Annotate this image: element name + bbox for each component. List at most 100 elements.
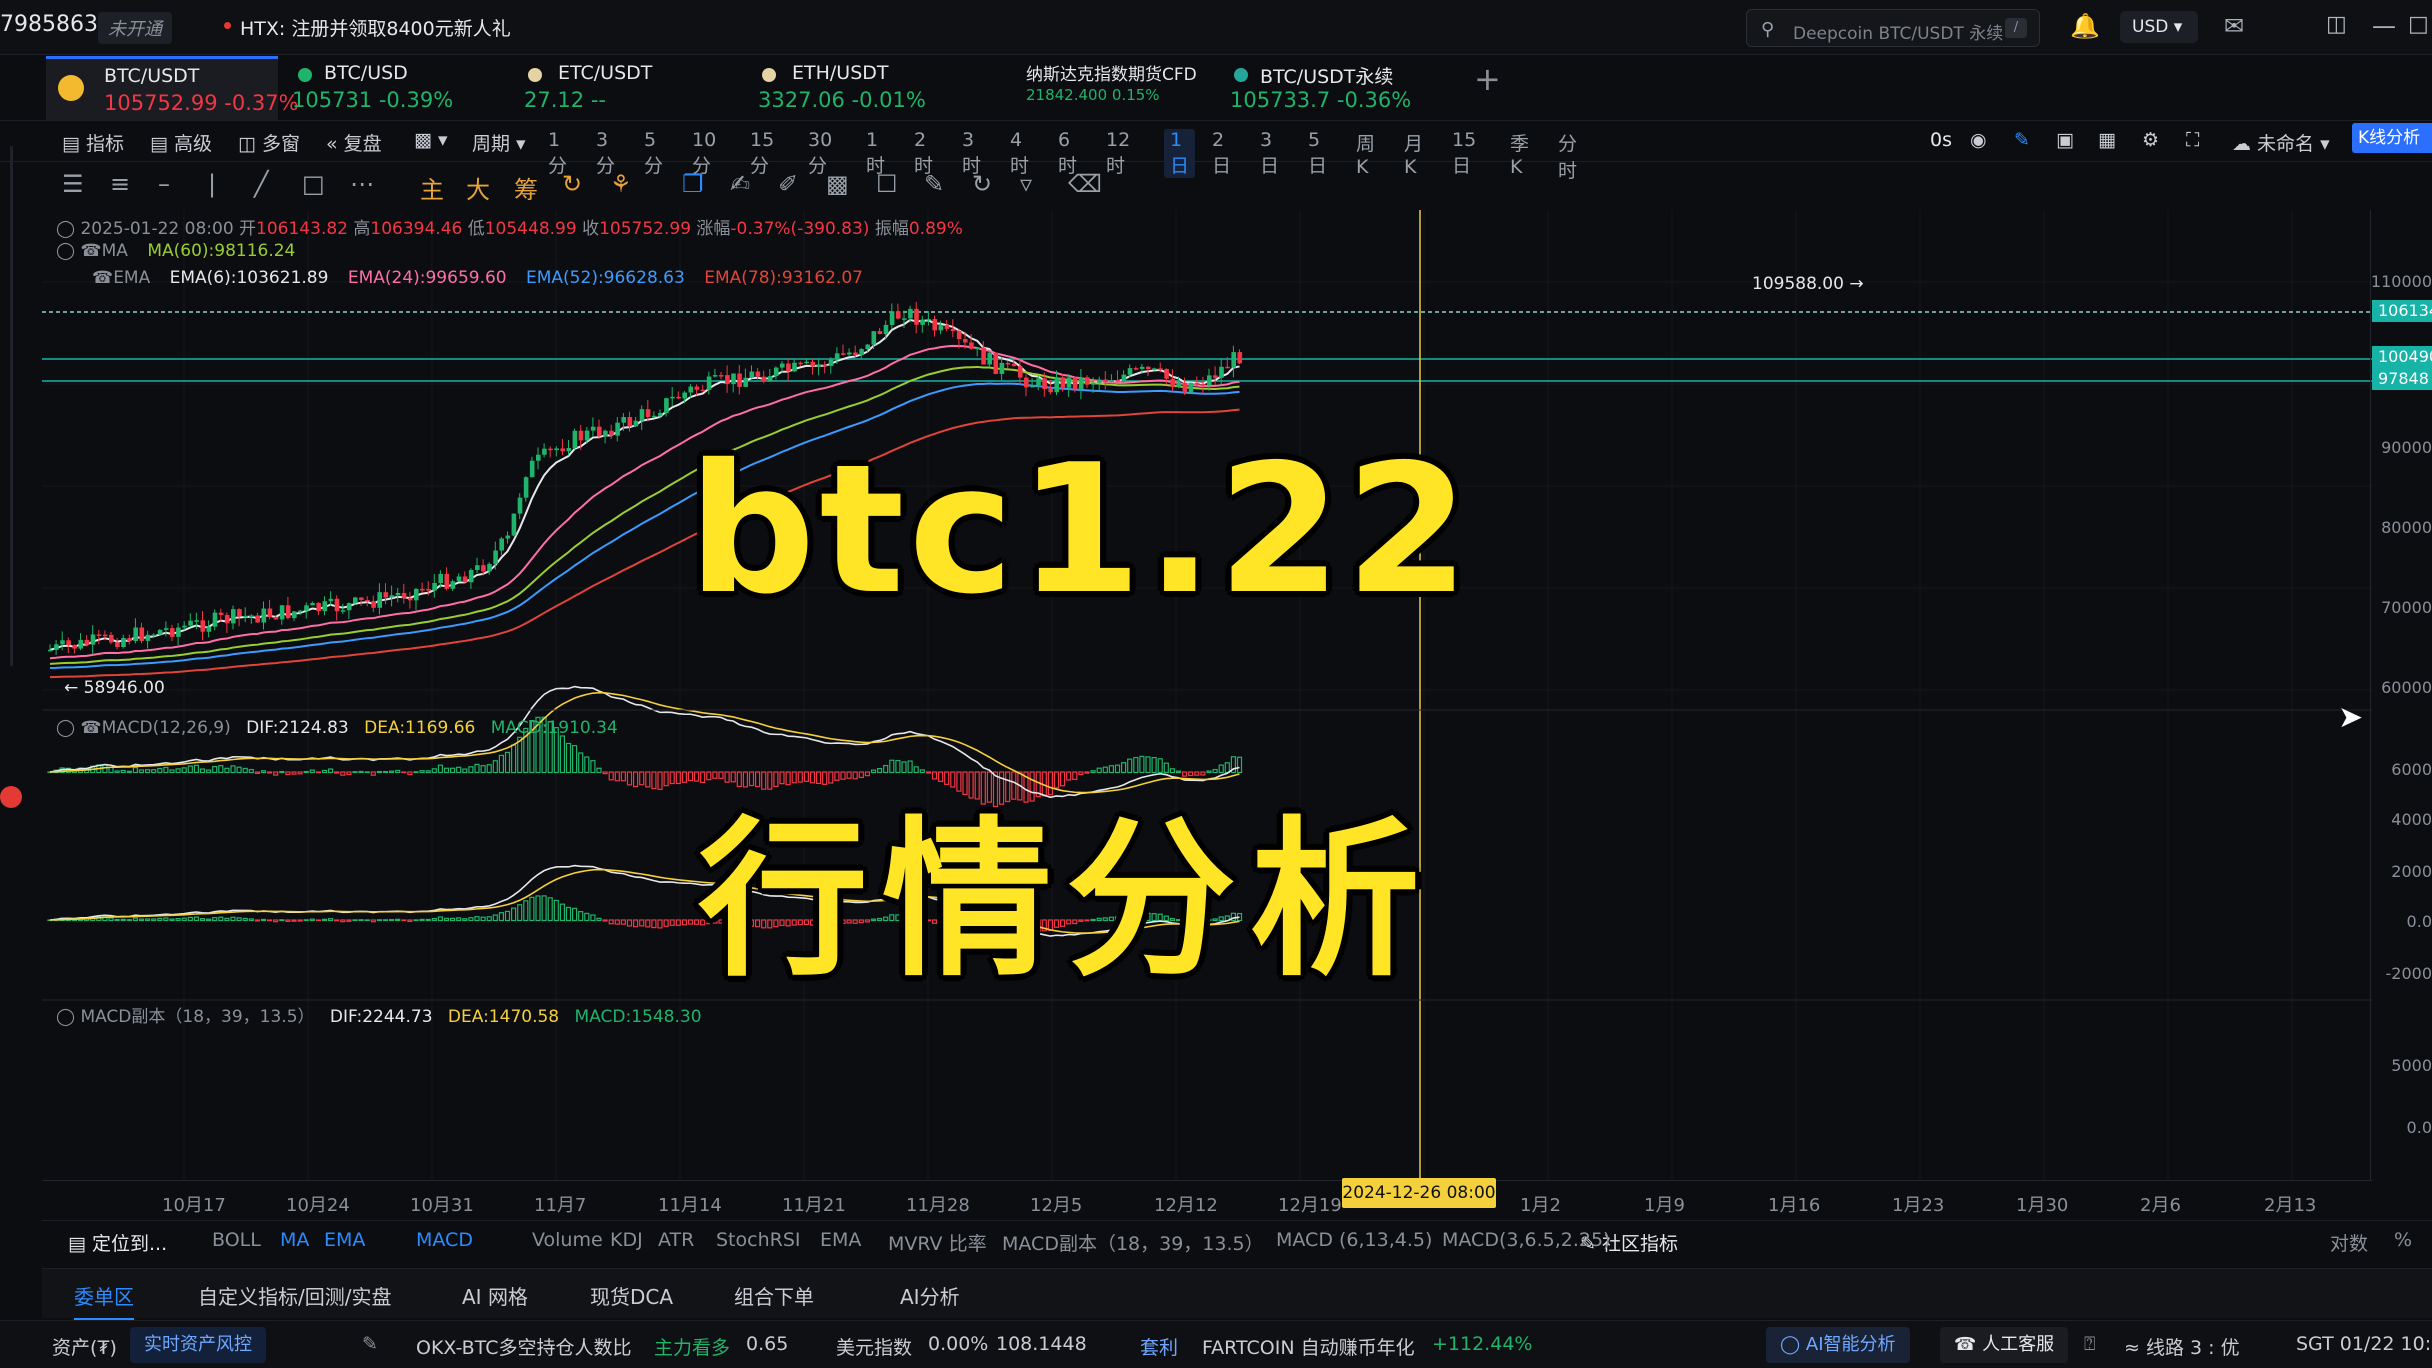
layout-icon[interactable]: ◫: [2326, 12, 2347, 37]
help-icon[interactable]: ⍰: [2084, 1333, 2095, 1355]
indicator-2[interactable]: EMA: [324, 1229, 365, 1251]
support-button[interactable]: ☎ 人工客服: [1940, 1327, 2069, 1363]
bell-icon[interactable]: 🔔: [2070, 12, 2100, 40]
ticker-long-short[interactable]: OKX-BTC多空持仓人数比: [416, 1333, 631, 1360]
tab-nasdaq-cfd[interactable]: 纳斯达克指数期货CFD 21842.400 0.15%: [988, 56, 1218, 120]
vertical-line-icon[interactable]: |: [208, 170, 216, 198]
line-status[interactable]: ≈ 线路 3 : 优: [2124, 1333, 2240, 1360]
edit-icon[interactable]: ✎: [362, 1333, 378, 1355]
replay-button[interactable]: « 复盘: [326, 129, 382, 156]
period-button[interactable]: 周期 ▾: [472, 129, 526, 156]
log-scale-toggle[interactable]: 对数: [2330, 1229, 2368, 1256]
minimize-icon[interactable]: —: [2372, 12, 2396, 40]
measure-icon[interactable]: ⚘: [610, 170, 632, 198]
layout-name[interactable]: ☁ 未命名 ▾: [2232, 129, 2330, 156]
panel-tab-5[interactable]: AI分析: [900, 1281, 960, 1310]
collapse-icon[interactable]: ◯: [56, 718, 75, 738]
camera-icon[interactable]: ◉: [1970, 129, 1987, 151]
timeframe-20[interactable]: 分时: [1558, 129, 1577, 183]
indicator-4[interactable]: Volume: [532, 1229, 603, 1251]
indicator-3[interactable]: MACD: [416, 1229, 473, 1251]
kline-analysis-button[interactable]: K线分析: [2352, 123, 2432, 153]
big-order-button[interactable]: 大: [466, 170, 490, 205]
timeframe-19[interactable]: 季K: [1510, 129, 1529, 178]
timeframe-17[interactable]: 月K: [1404, 129, 1423, 178]
menu-lines-icon[interactable]: ☰: [62, 170, 84, 198]
notification-badge[interactable]: [0, 786, 22, 808]
horizontal-line-icon[interactable]: –: [158, 170, 170, 198]
bell-icon[interactable]: ☎: [92, 268, 113, 288]
indicator-10[interactable]: MACD副本（18，39，13.5）: [1002, 1229, 1264, 1256]
search-input[interactable]: Deepcoin BTC/USDT 永续: [1793, 19, 2003, 44]
magnet-icon[interactable]: ↻: [972, 170, 992, 198]
bar-pattern-icon[interactable]: ▩: [826, 170, 849, 198]
panel-tab-3[interactable]: 现货DCA: [590, 1281, 673, 1310]
ticker-dxy[interactable]: 美元指数: [836, 1333, 912, 1360]
tab-eth-usdt[interactable]: ETH/USDT 3327.06 -0.01%: [754, 56, 984, 120]
chip-button[interactable]: 筹: [514, 170, 538, 205]
collapse-icon[interactable]: ◯: [56, 1007, 75, 1027]
panel-tab-2[interactable]: AI 网格: [462, 1281, 528, 1310]
percent-scale-toggle[interactable]: %: [2394, 1229, 2412, 1251]
trend-line-icon[interactable]: ╱: [254, 170, 268, 198]
template-icon[interactable]: ▦: [2098, 129, 2116, 151]
bell-icon[interactable]: ☎: [80, 718, 101, 738]
settings-icon[interactable]: ⚙: [2142, 129, 2159, 151]
tab-btc-usdt[interactable]: BTC/USDT 105752.99 -0.37%: [46, 56, 299, 120]
timeframe-13[interactable]: 2日: [1212, 129, 1231, 178]
indicator-8[interactable]: EMA: [820, 1229, 861, 1251]
timeframe-16[interactable]: 周K: [1356, 129, 1375, 178]
ai-analysis-button[interactable]: ◯ AI智能分析: [1766, 1327, 1910, 1363]
risk-control-button[interactable]: 实时资产风控: [130, 1327, 266, 1363]
brush-icon[interactable]: ✐: [778, 170, 798, 198]
multi-window-button[interactable]: ◫ 多窗: [238, 129, 300, 156]
pen-icon[interactable]: ✎: [2014, 129, 2030, 151]
timeframe-18[interactable]: 15日: [1452, 129, 1476, 178]
add-tab-icon[interactable]: +: [1474, 60, 1501, 98]
tab-etc-usdt[interactable]: ETC/USDT 27.12 --: [520, 56, 750, 120]
indicator-11[interactable]: MACD (6,13,4.5): [1276, 1229, 1432, 1251]
refresh-icon[interactable]: ↻: [562, 170, 582, 198]
filter-icon[interactable]: ▿: [1020, 170, 1032, 198]
trash-icon[interactable]: ⌫: [1068, 170, 1102, 198]
indicator-0[interactable]: BOLL: [212, 1229, 261, 1251]
promo-link[interactable]: HTX: 注册并领取8400元新人礼: [240, 14, 511, 41]
indicator-6[interactable]: ATR: [658, 1229, 694, 1251]
candlestick-chart[interactable]: [42, 210, 2372, 1180]
ticker-fartcoin[interactable]: FARTCOIN 自动赚币年化: [1202, 1333, 1415, 1360]
timeframe-14[interactable]: 3日: [1260, 129, 1279, 178]
crop-icon[interactable]: ▣: [2056, 129, 2074, 151]
lock-icon[interactable]: ☐: [876, 170, 898, 198]
collapse-icon[interactable]: ◯: [56, 241, 75, 261]
mail-icon[interactable]: ✉: [2224, 12, 2244, 40]
collapse-icon[interactable]: ◯: [56, 219, 75, 239]
panel-tab-4[interactable]: 组合下单: [734, 1281, 814, 1310]
locate-button[interactable]: ▤ 定位到...: [68, 1229, 167, 1256]
arbitrage-badge[interactable]: 套利: [1140, 1333, 1178, 1360]
copy-icon[interactable]: ❐: [682, 170, 704, 198]
tab-btc-usd[interactable]: BTC/USD 105731 -0.39%: [286, 56, 516, 120]
indicator-5[interactable]: KDJ: [610, 1229, 643, 1251]
indicators-button[interactable]: ▤ 指标: [62, 129, 124, 156]
indicator-7[interactable]: StochRSI: [716, 1229, 801, 1251]
assets-label[interactable]: 资产(₮): [52, 1333, 117, 1360]
more-icon[interactable]: ⋯: [350, 170, 374, 198]
maximize-icon[interactable]: □: [2408, 12, 2429, 37]
eraser-icon[interactable]: ✍: [730, 170, 750, 198]
time-axis[interactable]: 10月17 10月24 10月31 11月7 11月14 11月21 11月28 12月5 12…: [42, 1180, 2372, 1220]
search-box[interactable]: ⚲ Deepcoin BTC/USDT 永续 /: [1746, 9, 2040, 47]
indicator-1[interactable]: MA: [280, 1229, 309, 1251]
fullscreen-icon[interactable]: ⛶: [2186, 129, 2199, 151]
main-force-button[interactable]: 主: [420, 170, 444, 205]
account-status-badge[interactable]: 未开通: [98, 12, 172, 44]
rectangle-icon[interactable]: □: [302, 170, 325, 198]
indicator-9[interactable]: MVRV 比率: [888, 1229, 987, 1256]
advanced-button[interactable]: ▤ 高级: [150, 129, 212, 156]
bell-icon[interactable]: ☎: [80, 241, 101, 261]
indicator-12[interactable]: MACD(3,6.5,2.25): [1442, 1229, 1610, 1251]
panel-tab-0[interactable]: 委单区: [74, 1281, 134, 1321]
horizontal-lines-icon[interactable]: ≡: [110, 170, 130, 198]
timeframe-12[interactable]: 1日: [1164, 129, 1195, 178]
currency-select[interactable]: USD ▾: [2120, 11, 2198, 43]
note-icon[interactable]: ✎: [924, 170, 944, 198]
